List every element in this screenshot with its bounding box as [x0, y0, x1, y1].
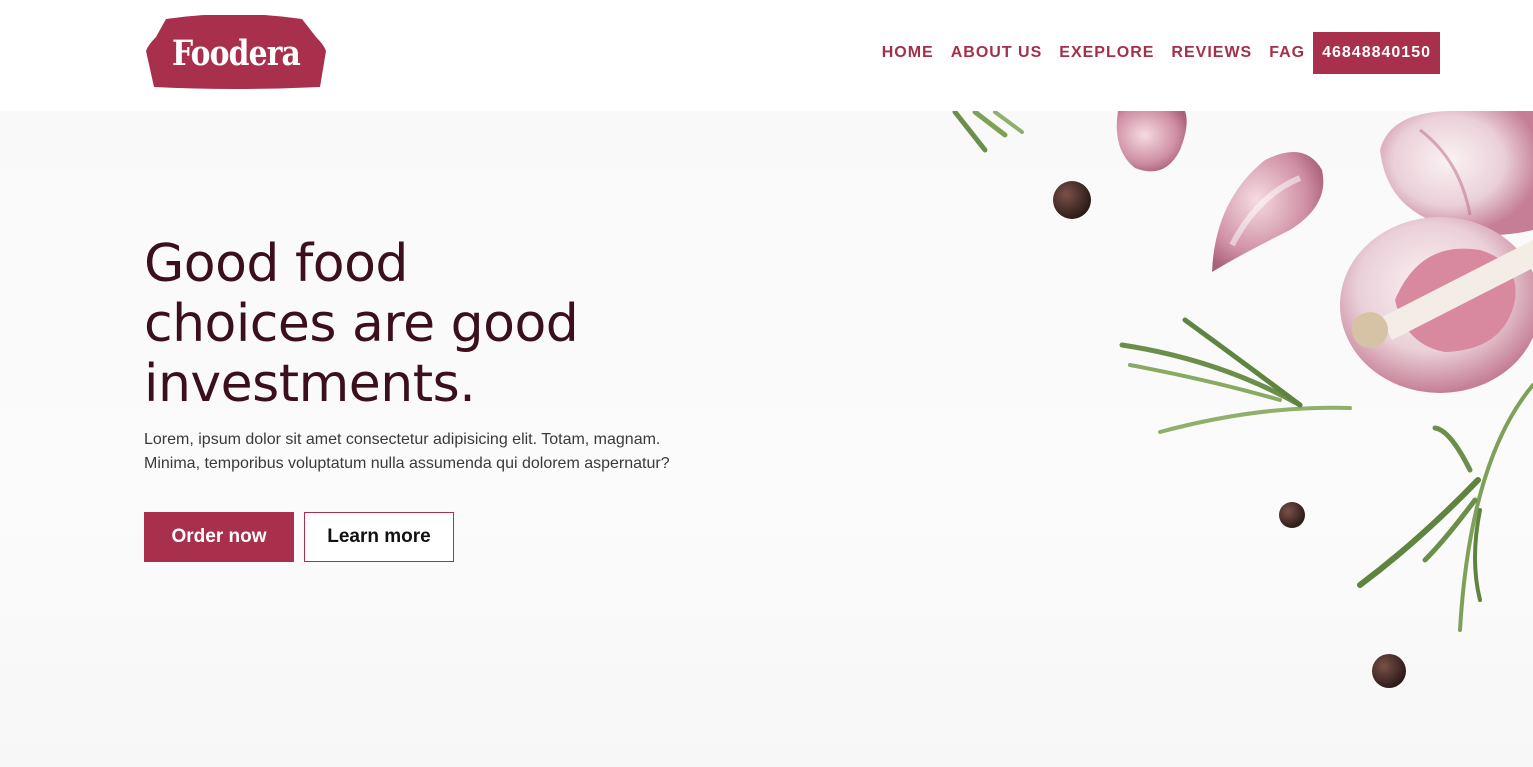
rosemary-sprig-top [952, 109, 1024, 153]
main-nav: HOME ABOUT US EXEPLORE REVIEWS FAG 46848… [882, 32, 1440, 74]
headline-line: Good food [144, 234, 408, 294]
nav-faq[interactable]: FAG [1269, 44, 1305, 62]
peppercorn [1372, 654, 1406, 688]
nav-about-us[interactable]: ABOUT US [951, 44, 1043, 62]
rosemary-sprig-mid [1119, 317, 1352, 434]
hero-headline: Good food choices are good investments. [144, 234, 784, 414]
hero-subtext: Lorem, ipsum dolor sit amet consectetur … [144, 428, 784, 476]
learn-more-button[interactable]: Learn more [304, 512, 454, 562]
landing-page: Foodera HOME ABOUT US EXEPLORE REVIEWS F… [0, 0, 1533, 767]
subtext-line: Minima, temporibus voluptatum nulla assu… [144, 455, 670, 472]
garlic-bulb-top-right [1380, 111, 1533, 235]
rosemary-sprig-right [1357, 383, 1533, 632]
nav-explore[interactable]: EXEPLORE [1059, 44, 1154, 62]
garlic-clove-mid [1212, 152, 1324, 272]
phone-button[interactable]: 46848840150 [1313, 32, 1440, 74]
garlic-bulb-split [1340, 217, 1533, 393]
nav-home[interactable]: HOME [882, 44, 934, 62]
subtext-line: Lorem, ipsum dolor sit amet consectetur … [144, 431, 661, 448]
order-now-button[interactable]: Order now [144, 512, 294, 562]
garlic-clove-top [1116, 111, 1187, 172]
foodera-logo[interactable]: Foodera [144, 15, 328, 90]
nav-reviews[interactable]: REVIEWS [1171, 44, 1252, 62]
peppercorn [1279, 502, 1305, 528]
site-header: Foodera HOME ABOUT US EXEPLORE REVIEWS F… [0, 0, 1533, 111]
headline-line: investments. [144, 354, 476, 414]
headline-line: choices are good [144, 294, 579, 354]
logo-text: Foodera [172, 33, 301, 74]
peppercorn [1053, 181, 1091, 219]
